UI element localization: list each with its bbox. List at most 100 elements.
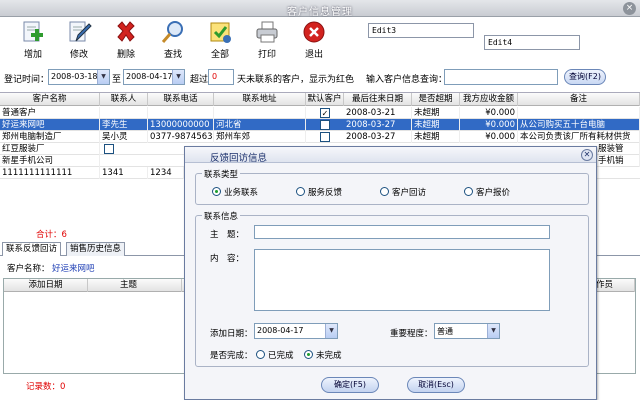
to-label: 至	[112, 75, 122, 85]
chevron-down-icon[interactable]: ▼	[172, 70, 184, 84]
radio-not-done[interactable]: 未完成	[304, 349, 342, 361]
content-textarea[interactable]	[254, 249, 550, 311]
default-checkbox[interactable]: ✓	[320, 108, 330, 118]
column-header[interactable]: 联系电话	[148, 93, 214, 106]
default-checkbox[interactable]	[320, 132, 330, 142]
edit4-field[interactable]: Edit4	[484, 35, 580, 50]
row-checkbox[interactable]	[104, 144, 114, 154]
cell-overdue: 未超期	[412, 107, 460, 119]
chevron-down-icon[interactable]: ▼	[487, 324, 499, 338]
radio-service[interactable]: 服务反馈	[296, 186, 342, 198]
table-row[interactable]: 普通客户 ✓ 2008-03-21 未超期 ¥0.000	[0, 107, 640, 119]
add-button[interactable]: 增加	[16, 19, 50, 61]
cell-amount: ¥0.000	[460, 119, 518, 131]
cancel-button[interactable]: 取消(Esc)	[407, 377, 465, 393]
cell-contact: 李先生	[100, 119, 148, 131]
window-title: 客户信息管理	[287, 7, 353, 18]
print-button[interactable]: 打印	[250, 19, 284, 61]
chevron-down-icon[interactable]: ▼	[97, 70, 109, 84]
date-from-picker[interactable]: 2008-03-18 ▼	[48, 69, 110, 85]
exit-button[interactable]: 退出	[297, 19, 331, 61]
cell-address: 河北省	[214, 119, 306, 131]
add-date-picker[interactable]: 2008-04-17 ▼	[254, 323, 338, 339]
radio-done-label: 已完成	[268, 351, 294, 361]
exit-icon	[301, 19, 327, 45]
show-all-button[interactable]: 全部	[203, 19, 237, 61]
content-label: 内 容：	[210, 254, 245, 264]
contact-type-label: 联系类型	[202, 168, 241, 180]
edit-button[interactable]: 修改	[62, 19, 96, 61]
dialog-close-icon[interactable]: ✕	[581, 149, 593, 161]
cell-phone: 0377-987456321	[150, 131, 214, 143]
edit3-field[interactable]: Edit3	[368, 23, 474, 38]
cell-amount: ¥0.000	[460, 131, 518, 143]
radio-dot-icon	[464, 187, 473, 196]
table-row[interactable]: 郑州电脑制造厂 吴小灵 0377-987456321 郑州车郊 2008-03-…	[0, 131, 640, 143]
chevron-down-icon[interactable]: ▼	[325, 324, 337, 338]
feedback-dialog: 反馈回访信息 ✕ 联系类型 业务联系 服务反馈 客户回访 客户报价 联系信息 主…	[184, 146, 597, 400]
column-header[interactable]: 备注	[518, 93, 640, 106]
window-close-button[interactable]: ×	[623, 2, 636, 15]
column-header[interactable]: 主题	[88, 279, 182, 292]
radio-revisit-label: 客户回访	[392, 188, 427, 198]
all-icon	[207, 19, 233, 45]
column-header[interactable]: 客户名称	[0, 93, 100, 106]
radio-quote[interactable]: 客户报价	[464, 186, 510, 198]
query-label: 输入客户信息查询：	[366, 75, 448, 85]
cell-contact: 吴小灵	[100, 131, 148, 143]
column-header[interactable]: 是否超期	[412, 93, 460, 106]
table-row-selected[interactable]: 好运来网吧 李先生 13000000000 河北省 2008-03-27 未超期…	[0, 119, 640, 131]
importance-select[interactable]: 普通 ▼	[434, 323, 500, 339]
days-input[interactable]: 0	[208, 69, 234, 85]
exit-button-label: 退出	[304, 50, 323, 60]
column-header[interactable]: 添加日期	[4, 279, 88, 292]
cell-last-date: 2008-03-21	[344, 107, 412, 119]
radio-dot-icon	[212, 187, 221, 196]
add-date-value: 2008-04-17	[257, 326, 304, 335]
cell-phone	[148, 107, 214, 119]
cell-last-date: 2008-03-27	[344, 131, 412, 143]
subject-input[interactable]	[254, 225, 550, 239]
dialog-title: 反馈回访信息	[210, 153, 268, 164]
cell-name: 新星手机公司	[0, 155, 100, 167]
show-all-button-label: 全部	[210, 50, 229, 60]
query-button[interactable]: 查询(F2)	[564, 69, 606, 85]
search-icon	[160, 19, 186, 45]
dialog-titlebar: 反馈回访信息 ✕	[185, 147, 596, 164]
radio-revisit[interactable]: 客户回访	[380, 186, 426, 198]
add-date-label: 添加日期：	[210, 329, 253, 339]
window-titlebar: 客户信息管理 ×	[0, 0, 640, 18]
column-header[interactable]: 最后往来日期	[344, 93, 412, 106]
radio-done[interactable]: 已完成	[256, 349, 294, 361]
done-label: 是否完成：	[210, 351, 253, 361]
tab-feedback[interactable]: 联系反馈回访	[2, 242, 62, 257]
date-to-picker[interactable]: 2008-04-17 ▼	[123, 69, 185, 85]
cell-name: 好运来网吧	[0, 119, 100, 131]
cell-name: 红豆服装厂	[0, 143, 100, 155]
tab-sales-history[interactable]: 销售历史信息	[66, 242, 126, 256]
column-header[interactable]: 默认客户	[306, 93, 344, 106]
radio-dot-icon	[304, 350, 313, 359]
column-header[interactable]: 联系地址	[214, 93, 306, 106]
ok-button[interactable]: 确定(F5)	[321, 377, 379, 393]
subject-label: 主 题：	[210, 230, 245, 240]
print-button-label: 打印	[257, 50, 276, 60]
add-button-label: 增加	[23, 50, 42, 60]
cell-phone: 13000000000	[148, 119, 214, 131]
edit-icon	[66, 19, 92, 45]
customer-name-value: 好运来网吧	[52, 264, 95, 274]
column-header[interactable]: 作员	[596, 279, 635, 292]
search-button[interactable]: 查找	[156, 19, 190, 61]
cell-name: 1111111111111	[0, 167, 100, 179]
edit-button-label: 修改	[69, 50, 88, 60]
total-count: 合计：6	[36, 230, 67, 240]
delete-icon	[113, 19, 139, 45]
column-header[interactable]: 联系人	[100, 93, 148, 106]
delete-button[interactable]: 删除	[109, 19, 143, 61]
column-header[interactable]: 我方应收金额	[460, 93, 518, 106]
radio-business[interactable]: 业务联系	[212, 186, 258, 198]
query-input[interactable]	[444, 69, 558, 85]
cell-contact: 1341	[100, 167, 148, 179]
default-checkbox[interactable]	[320, 120, 330, 130]
cell-note: 本公司负责该厂所有耗材供货	[518, 131, 640, 143]
